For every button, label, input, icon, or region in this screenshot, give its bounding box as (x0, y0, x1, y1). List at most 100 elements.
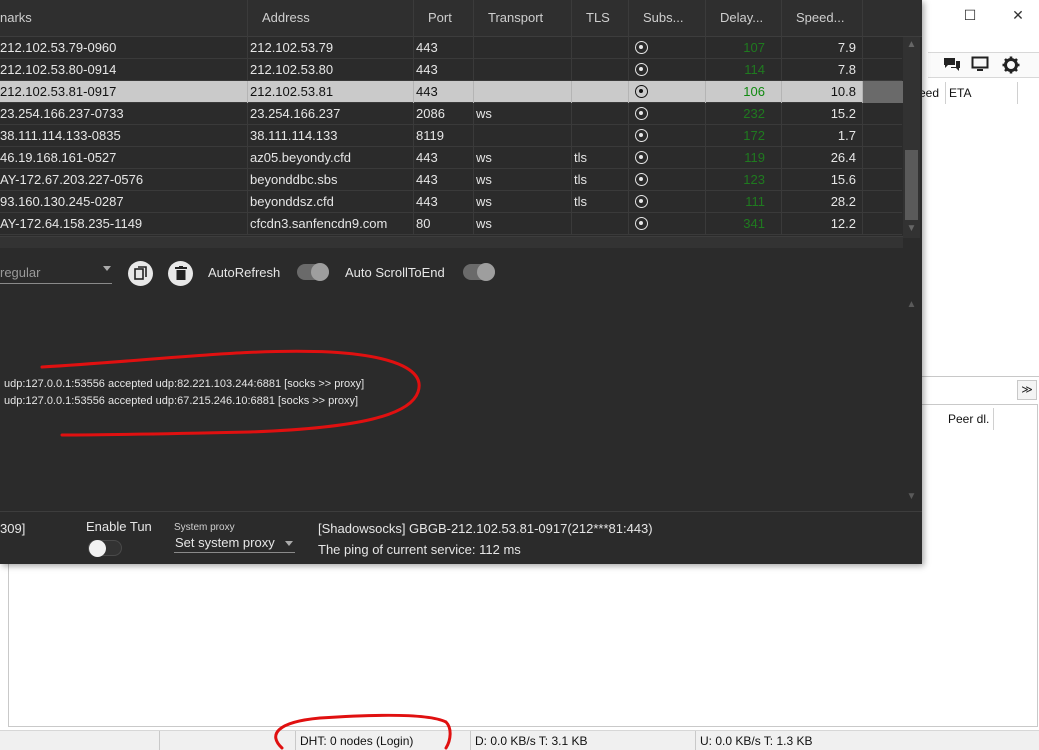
radiation-icon (635, 41, 648, 54)
combo-underline (0, 283, 112, 284)
scroll-up-arrow-icon[interactable]: ▲ (903, 37, 920, 53)
scroll-down-arrow-icon[interactable]: ▼ (903, 489, 920, 505)
current-ping-label: The ping of current service: 112 ms (318, 542, 521, 557)
cell-address: 212.102.53.79 (248, 37, 414, 59)
column-header-address[interactable]: Address (248, 0, 414, 37)
column-header-delay[interactable]: Delay... (706, 0, 782, 37)
cell-tls (572, 103, 629, 125)
radiation-icon (635, 129, 648, 142)
copy-icon (134, 266, 147, 280)
cell-delay: 232 (706, 103, 782, 125)
cell-address: cfcdn3.sanfencdn9.com (248, 213, 414, 235)
cell-remarks: 212.102.53.79-0960 (0, 37, 248, 59)
scroll-up-arrow-icon[interactable]: ▲ (903, 297, 920, 313)
cell-tls (572, 81, 629, 103)
cell-remarks: 212.102.53.80-0914 (0, 59, 248, 81)
cell-delay: 107 (706, 37, 782, 59)
cell-transport (474, 125, 572, 147)
column-header-transport[interactable]: Transport (474, 0, 572, 37)
cell-port: 443 (414, 59, 474, 81)
system-proxy-select[interactable]: Set system proxy (175, 535, 275, 550)
table-row[interactable]: 212.102.53.81-0917 212.102.53.81 443 106 10.… (0, 81, 902, 103)
cell-delay: 106 (706, 81, 782, 103)
expand-panel-button[interactable]: ≫ (1017, 380, 1037, 400)
column-header-subs[interactable]: Subs... (629, 0, 706, 37)
trash-icon (174, 266, 187, 280)
cell-transport: ws (474, 169, 572, 191)
log-filter-combo[interactable]: regular (0, 265, 40, 280)
cell-subs (629, 103, 706, 125)
table-row[interactable]: AY-172.64.158.235-1149 cfcdn3.sanfencdn9.… (0, 213, 902, 235)
radiation-icon (635, 107, 648, 120)
cell-address: 212.102.53.81 (248, 81, 414, 103)
auto-scroll-toggle[interactable] (463, 263, 495, 281)
cell-subs (629, 59, 706, 81)
radiation-icon (635, 151, 648, 164)
cell-transport: ws (474, 147, 572, 169)
column-header-speed[interactable]: Speed... (782, 0, 863, 37)
cell-transport (474, 37, 572, 59)
chevron-down-icon[interactable] (285, 541, 293, 546)
auto-refresh-toggle[interactable] (297, 263, 329, 281)
table-vertical-scrollbar[interactable]: ▲ ▼ (903, 37, 920, 238)
table-row[interactable]: 38.111.114.133-0835 38.111.114.133 8119 172… (0, 125, 902, 147)
monitor-icon (971, 56, 989, 71)
scroll-thumb[interactable] (905, 150, 918, 220)
system-proxy-label: System proxy (174, 522, 235, 533)
column-header-eta[interactable]: ETA (946, 82, 1018, 104)
table-row[interactable]: 212.102.53.80-0914 212.102.53.80 443 114 7.8 (0, 59, 902, 81)
copy-log-button[interactable] (128, 261, 153, 286)
cell-port: 443 (414, 81, 474, 103)
monitor-button[interactable] (969, 56, 991, 76)
table-row[interactable]: 23.254.166.237-0733 23.254.166.237 2086 ws 2… (0, 103, 902, 125)
cell-remarks: AY-172.64.158.235-1149 (0, 213, 248, 235)
cell-speed: 12.2 (782, 213, 863, 235)
toggle-knob (89, 540, 106, 557)
enable-tun-label: Enable Tun (86, 519, 152, 534)
cell-port: 443 (414, 169, 474, 191)
server-table-body: 212.102.53.79-0960 212.102.53.79 443 107 7.9… (0, 37, 902, 235)
column-header-remarks[interactable]: narks (0, 0, 248, 37)
cell-address: 23.254.166.237 (248, 103, 414, 125)
maximize-icon: ☐ (963, 7, 977, 23)
settings-button[interactable] (1000, 56, 1022, 76)
auto-refresh-label: AutoRefresh (208, 265, 281, 280)
table-row[interactable]: AY-172.67.203.227-0576 beyonddbc.sbs 443 ws… (0, 169, 902, 191)
column-header-peer-dl[interactable]: Peer dl. (944, 408, 994, 430)
log-vertical-scrollbar[interactable]: ▲ ▼ (903, 295, 920, 507)
scroll-down-arrow-icon[interactable]: ▼ (903, 221, 920, 237)
log-controls-bar: regular AutoRefresh Auto ScrollToEnd (0, 250, 922, 292)
clear-log-button[interactable] (168, 261, 193, 286)
cell-transport: ws (474, 213, 572, 235)
table-row[interactable]: 46.19.168.161-0527 az05.beyondy.cfd 443 ws t… (0, 147, 902, 169)
cell-address: beyonddbc.sbs (248, 169, 414, 191)
cell-speed: 10.8 (782, 81, 863, 103)
maximize-button[interactable]: ☐ (950, 4, 990, 26)
cell-speed: 26.4 (782, 147, 863, 169)
cell-port: 443 (414, 37, 474, 59)
cell-remarks: 212.102.53.81-0917 (0, 81, 248, 103)
cell-tls (572, 213, 629, 235)
chat-button[interactable] (941, 56, 963, 76)
table-row[interactable]: 93.160.130.245-0287 beyonddsz.cfd 443 ws tls… (0, 191, 902, 213)
enable-tun-toggle[interactable] (88, 540, 122, 557)
cell-port: 8119 (414, 125, 474, 147)
table-row[interactable]: 212.102.53.79-0960 212.102.53.79 443 107 7.9 (0, 37, 902, 59)
table-horizontal-scrollbar[interactable] (0, 236, 903, 248)
radiation-icon (635, 217, 648, 230)
cell-delay: 111 (706, 191, 782, 213)
column-header-tls[interactable]: TLS (572, 0, 629, 37)
cell-tls: tls (572, 191, 629, 213)
local-port-label: 309] (0, 521, 26, 536)
log-line: udp:127.0.0.1:53556 accepted udp:67.215.… (4, 395, 359, 407)
chevron-down-icon[interactable] (103, 266, 111, 271)
cell-transport: ws (474, 191, 572, 213)
cell-speed: 28.2 (782, 191, 863, 213)
cell-delay: 341 (706, 213, 782, 235)
cell-delay: 119 (706, 147, 782, 169)
column-header-port[interactable]: Port (414, 0, 474, 37)
current-server-label: [Shadowsocks] GBGB-212.102.53.81-0917(21… (318, 521, 653, 536)
cell-delay: 172 (706, 125, 782, 147)
close-button[interactable]: ✕ (998, 4, 1038, 26)
cell-speed: 1.7 (782, 125, 863, 147)
